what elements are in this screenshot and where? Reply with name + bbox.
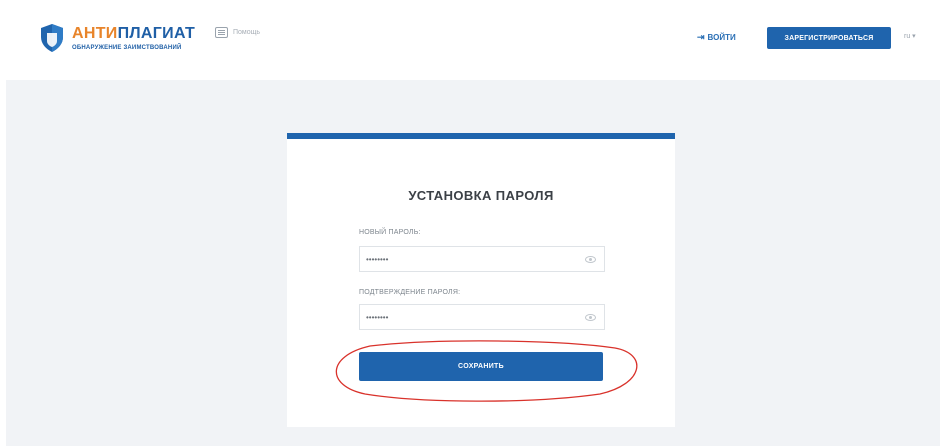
confirm-password-label: ПОДТВЕРЖДЕНИЕ ПАРОЛЯ: — [359, 289, 461, 296]
document-icon — [215, 26, 228, 38]
login-link[interactable]: ⇥ ВОЙТИ — [697, 32, 736, 43]
header: АНТИПЛАГИАТ ОБНАРУЖЕНИЕ ЗАИМСТВОВАНИЙ По… — [0, 0, 946, 80]
new-password-label: НОВЫЙ ПАРОЛЬ: — [359, 229, 421, 236]
login-arrow-icon: ⇥ — [697, 32, 705, 42]
page-title: УСТАНОВКА ПАРОЛЯ — [408, 188, 554, 203]
logo[interactable]: АНТИПЛАГИАТ ОБНАРУЖЕНИЕ ЗАИМСТВОВАНИЙ — [40, 20, 195, 60]
logo-title: АНТИПЛАГИАТ — [72, 25, 195, 43]
login-label: ВОЙТИ — [707, 33, 736, 42]
confirm-password-input[interactable] — [366, 309, 566, 325]
eye-icon[interactable] — [585, 314, 596, 321]
register-button[interactable]: ЗАРЕГИСТРИРОВАТЬСЯ — [767, 27, 891, 49]
shield-logo-icon — [41, 24, 63, 52]
logo-title-part2: ПЛАГИАТ — [117, 25, 196, 42]
eye-icon[interactable] — [585, 256, 596, 263]
logo-subtitle: ОБНАРУЖЕНИЕ ЗАИМСТВОВАНИЙ — [72, 45, 182, 51]
help-link[interactable]: Помощь — [215, 25, 260, 39]
confirm-password-field[interactable] — [359, 304, 605, 330]
red-circle-annotation — [335, 340, 638, 402]
language-selector[interactable]: ru ▾ — [904, 32, 916, 40]
new-password-input[interactable] — [366, 251, 566, 267]
help-label: Помощь — [233, 28, 261, 36]
new-password-field[interactable] — [359, 246, 605, 272]
logo-title-part1: АНТИ — [72, 25, 118, 42]
